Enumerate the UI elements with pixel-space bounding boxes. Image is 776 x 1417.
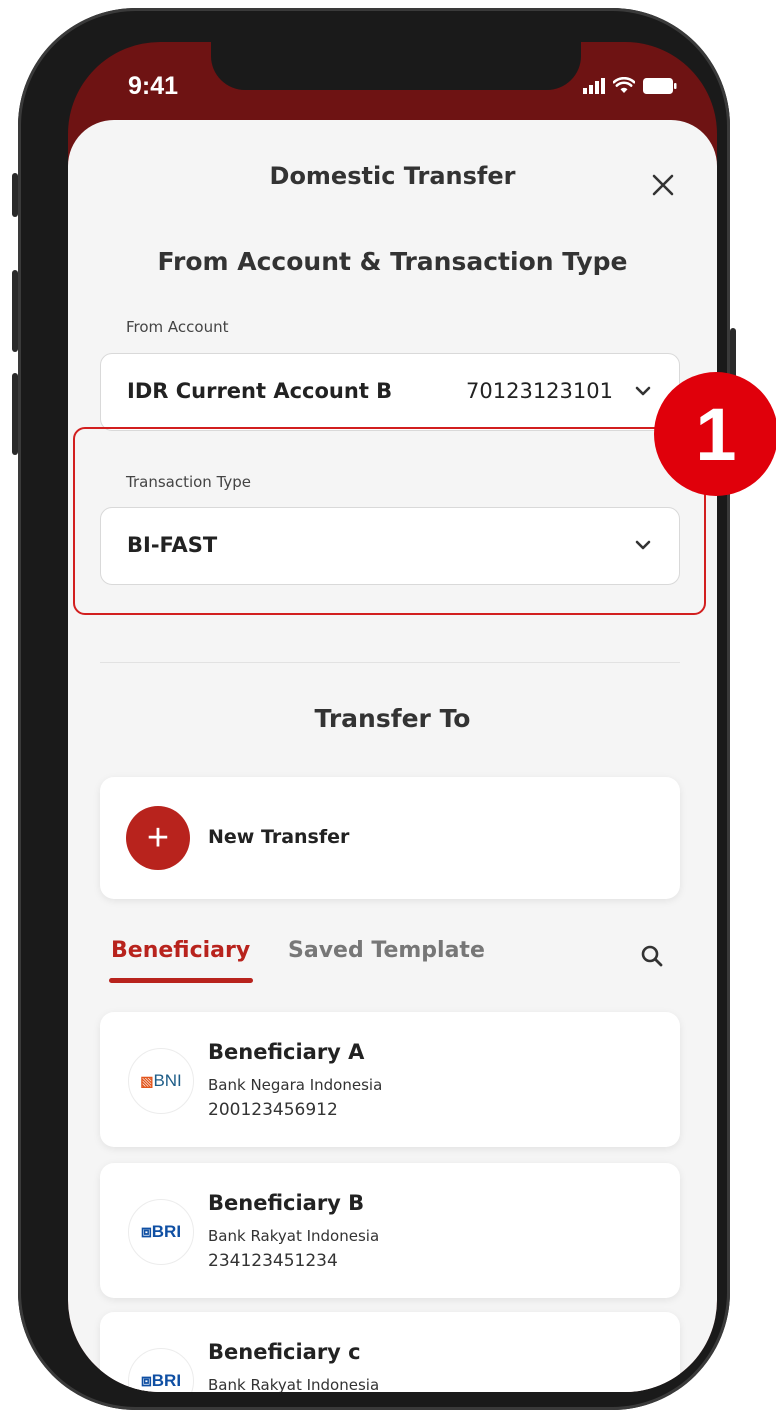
- wifi-icon: [613, 77, 635, 93]
- close-icon: [652, 174, 674, 196]
- page-title: Domestic Transfer: [269, 162, 516, 190]
- beneficiary-account: 200123456912: [208, 1100, 338, 1120]
- bri-logo: ⧈BRI: [128, 1199, 194, 1265]
- status-bar: 9:41: [68, 42, 717, 122]
- beneficiary-card[interactable]: ⧈BRI Beneficiary c Bank Rakyat Indonesia: [100, 1312, 680, 1392]
- from-account-value: IDR Current Account B: [127, 379, 393, 403]
- search-icon: [641, 945, 663, 967]
- beneficiary-account: 234123451234: [208, 1251, 338, 1271]
- phone-frame: 9:41 Domestic Transfer From Account & Tr…: [12, 8, 736, 1410]
- phone-screen: 9:41 Domestic Transfer From Account & Tr…: [68, 42, 717, 1392]
- notch: [211, 42, 581, 90]
- highlight-box: [73, 427, 706, 615]
- search-button[interactable]: [640, 944, 668, 972]
- volume-down-button: [12, 373, 18, 455]
- volume-up-button: [12, 270, 18, 352]
- plus-icon: +: [126, 806, 190, 870]
- from-account-select[interactable]: IDR Current Account B 70123123101: [100, 353, 680, 431]
- new-transfer-button[interactable]: + New Transfer: [100, 777, 680, 899]
- beneficiary-name: Beneficiary A: [208, 1040, 365, 1064]
- new-transfer-label: New Transfer: [208, 826, 350, 848]
- status-icons: [583, 77, 677, 94]
- beneficiary-name: Beneficiary c: [208, 1340, 361, 1364]
- from-account-label: From Account: [126, 318, 229, 336]
- close-button[interactable]: [643, 165, 683, 205]
- chevron-down-icon: [635, 386, 651, 396]
- bri-logo: ⧈BRI: [128, 1348, 194, 1392]
- active-tab-indicator: [109, 978, 253, 983]
- beneficiary-card[interactable]: ▧ BNI Beneficiary A Bank Negara Indonesia…: [100, 1012, 680, 1147]
- beneficiary-bank: Bank Negara Indonesia: [208, 1076, 383, 1094]
- tab-beneficiary[interactable]: Beneficiary: [111, 938, 250, 963]
- from-account-number: 70123123101: [466, 379, 613, 403]
- tab-saved-template[interactable]: Saved Template: [288, 938, 485, 963]
- beneficiary-bank: Bank Rakyat Indonesia: [208, 1227, 380, 1245]
- beneficiary-name: Beneficiary B: [208, 1191, 365, 1215]
- status-time: 9:41: [128, 72, 179, 100]
- step-badge: 1: [654, 372, 776, 496]
- cellular-signal-icon: [583, 77, 605, 94]
- bni-logo: ▧ BNI: [128, 1048, 194, 1114]
- section-title-transfer-to: Transfer To: [314, 704, 471, 733]
- beneficiary-bank: Bank Rakyat Indonesia: [208, 1376, 380, 1392]
- section-title-from: From Account & Transaction Type: [157, 247, 628, 276]
- beneficiary-card[interactable]: ⧈BRI Beneficiary B Bank Rakyat Indonesia…: [100, 1163, 680, 1298]
- divider: [100, 662, 680, 663]
- mute-switch: [12, 173, 18, 217]
- battery-icon: [643, 77, 677, 94]
